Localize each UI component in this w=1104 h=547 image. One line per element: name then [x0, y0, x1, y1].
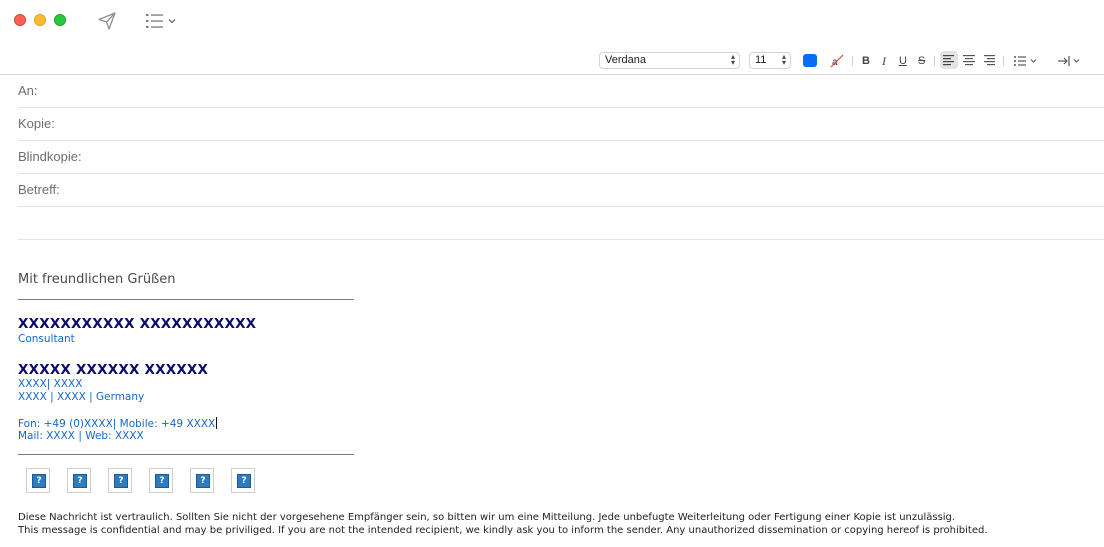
indent-icon: [1058, 56, 1080, 66]
signature-address-line1: XXXX| XXXX: [18, 378, 83, 390]
list-icon: [146, 14, 176, 28]
missing-image-icon[interactable]: ?: [67, 468, 91, 493]
bcc-field[interactable]: Blindkopie:: [18, 141, 1104, 174]
signature-phone-line: Fon: +49 (0)XXXX| Mobile: +49 XXXX: [18, 417, 218, 430]
updown-chevron-icon: ▴ ▾: [781, 52, 786, 67]
align-center-button[interactable]: [960, 51, 978, 69]
cc-label: Kopie:: [18, 116, 55, 131]
toolbar-divider: [852, 56, 853, 66]
updown-chevron-icon: ▴ ▾: [730, 52, 735, 67]
missing-image-icon[interactable]: ?: [26, 468, 50, 493]
disclaimer-english: This message is confidential and may be …: [18, 525, 988, 536]
title-bar: [0, 0, 1104, 44]
signature-mail-line: Mail: XXXX | Web: XXXX: [18, 430, 144, 442]
missing-image-icon[interactable]: ?: [149, 468, 173, 493]
send-button[interactable]: [96, 10, 118, 32]
signature-role: Consultant: [18, 333, 75, 345]
indent-button[interactable]: [1056, 53, 1084, 69]
cc-field[interactable]: Kopie:: [18, 108, 1104, 141]
font-size-select[interactable]: 11 ▴ ▾: [749, 52, 791, 69]
text-cursor: [216, 417, 218, 429]
missing-image-icon[interactable]: ?: [231, 468, 255, 493]
bcc-label: Blindkopie:: [18, 149, 82, 164]
missing-image-icon[interactable]: ?: [190, 468, 214, 493]
paper-plane-icon: [98, 12, 116, 30]
question-mark-icon: ?: [155, 474, 169, 488]
missing-image-icon[interactable]: ?: [108, 468, 132, 493]
question-mark-icon: ?: [196, 474, 210, 488]
italic-button[interactable]: I: [882, 54, 886, 68]
close-window-button[interactable]: [14, 14, 26, 26]
signature-divider: [18, 454, 354, 455]
strikethrough-button[interactable]: S: [918, 54, 925, 68]
bulleted-list-icon: [1014, 56, 1037, 66]
toolbar-divider: [934, 56, 935, 66]
zoom-window-button[interactable]: [54, 14, 66, 26]
greeting-text: Mit freundlichen Grüßen: [18, 272, 176, 287]
question-mark-icon: ?: [114, 474, 128, 488]
bold-button[interactable]: B: [862, 54, 870, 68]
signature-company: XXXXX XXXXXX XXXXXX: [18, 362, 209, 378]
list-style-button[interactable]: [1012, 53, 1040, 69]
to-label: An:: [18, 83, 38, 98]
to-field[interactable]: An:: [18, 75, 1104, 108]
background-color-button[interactable]: a: [828, 53, 846, 69]
font-family-value: Verdana: [605, 54, 646, 66]
text-color-button[interactable]: [803, 54, 817, 67]
align-left-button[interactable]: [940, 51, 958, 69]
toolbar-divider: [1003, 56, 1004, 66]
format-bar: Verdana ▴▾ 11 ▴▾ a B I U S: [0, 45, 1104, 75]
align-right-icon: [984, 55, 995, 66]
signature-name: XXXXXXXXXXX XXXXXXXXXXX: [18, 316, 257, 332]
font-family-select[interactable]: Verdana ▴ ▾: [599, 52, 740, 69]
signature-address-line2: XXXX | XXXX | Germany: [18, 391, 145, 403]
subject-label: Betreff:: [18, 182, 60, 197]
question-mark-icon: ?: [32, 474, 46, 488]
question-mark-icon: ?: [73, 474, 87, 488]
question-mark-icon: ?: [237, 474, 251, 488]
subject-field[interactable]: Betreff:: [18, 174, 1104, 207]
font-size-value: 11: [755, 54, 767, 66]
align-left-icon: [943, 55, 954, 66]
signature-phone-text: Fon: +49 (0)XXXX| Mobile: +49 XXXX: [18, 418, 216, 430]
header-extra-row: [18, 207, 1104, 240]
header-fields-button[interactable]: [144, 11, 180, 31]
minimize-window-button[interactable]: [34, 14, 46, 26]
highlight-color-icon: a: [830, 54, 844, 68]
disclaimer-german: Diese Nachricht ist vertraulich. Sollten…: [18, 512, 956, 523]
signature-divider: [18, 299, 354, 300]
align-right-button[interactable]: [980, 51, 998, 69]
underline-button[interactable]: U: [899, 54, 907, 68]
align-center-icon: [963, 55, 975, 66]
